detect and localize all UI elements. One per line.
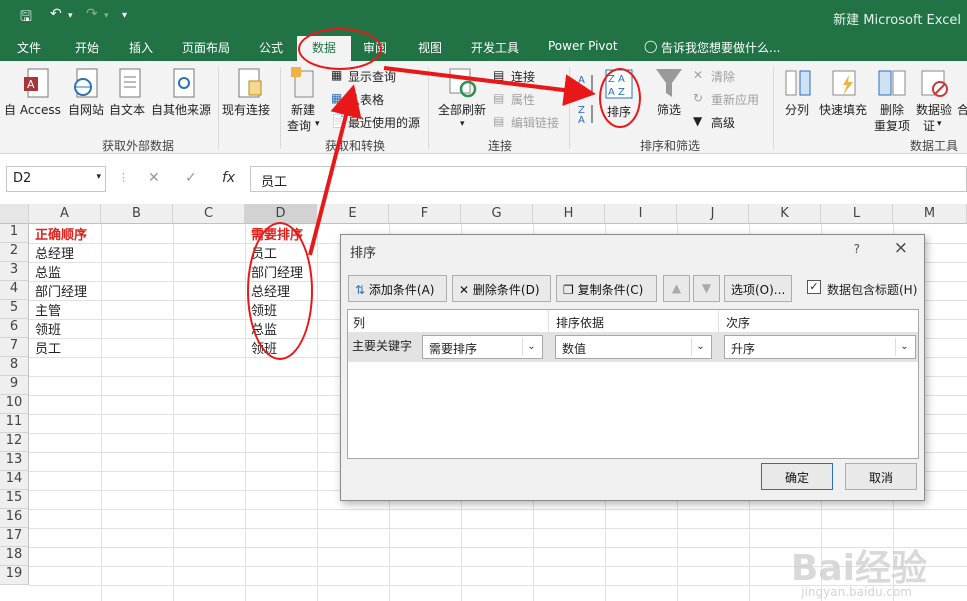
chevron-down-icon: ⌄ [895, 338, 913, 356]
divider [548, 310, 549, 332]
help-button[interactable]: ? [854, 242, 860, 256]
delete-condition-label: 删除条件(D) [472, 283, 540, 297]
sort-levels-list: 列 排序依据 次序 主要关键字 需要排序 ⌄ 数值 ⌄ 升序 ⌄ [347, 309, 919, 459]
divider [718, 310, 719, 332]
sort-on-select[interactable]: 数值 ⌄ [555, 335, 712, 359]
chevron-down-icon: ⌄ [522, 338, 540, 356]
column-select[interactable]: 需要排序 ⌄ [422, 335, 543, 359]
delete-condition-button[interactable]: ✕ 删除条件(D) [452, 275, 551, 302]
copy-condition-label: 复制条件(C) [577, 283, 644, 297]
order-select-value: 升序 [731, 342, 756, 356]
add-condition-button[interactable]: ⇅ 添加条件(A) [348, 275, 447, 302]
copy-icon: ❐ [563, 283, 574, 297]
primary-key-label: 主要关键字 [352, 339, 413, 353]
column-select-value: 需要排序 [429, 342, 478, 356]
order-header-label: 次序 [726, 316, 751, 330]
copy-condition-button[interactable]: ❐ 复制条件(C) [556, 275, 657, 302]
sort-dialog: 排序 ? × ⇅ 添加条件(A) ✕ 删除条件(D) ❐ 复制条件(C) ▲ ▼… [340, 234, 925, 501]
close-button[interactable]: × [894, 238, 908, 258]
sort-on-header-label: 排序依据 [556, 316, 605, 330]
order-select[interactable]: 升序 ⌄ [724, 335, 916, 359]
baidu-watermark-url: jingyan.baidu.com [801, 585, 912, 599]
cancel-button[interactable]: 取消 [845, 463, 917, 490]
dialog-title: 排序 [350, 246, 377, 261]
ok-button[interactable]: 确定 [761, 463, 833, 490]
chevron-down-icon: ⌄ [691, 338, 709, 356]
has-header-checkbox[interactable]: ✓ [807, 280, 821, 294]
baidu-watermark: Bai经验 [790, 548, 927, 589]
move-up-button[interactable]: ▲ [663, 275, 690, 302]
options-button[interactable]: 选项(O)... [724, 275, 792, 302]
has-header-label: 数据包含标题(H) [827, 283, 918, 297]
column-header-label: 列 [353, 316, 366, 330]
add-icon: ⇅ [355, 283, 366, 297]
move-down-button[interactable]: ▼ [693, 275, 720, 302]
add-condition-label: 添加条件(A) [368, 283, 435, 297]
delete-icon: ✕ [459, 283, 470, 297]
sort-on-select-value: 数值 [562, 342, 587, 356]
arrow-to-get-transform [308, 84, 362, 256]
arrow-to-sort [383, 66, 596, 106]
